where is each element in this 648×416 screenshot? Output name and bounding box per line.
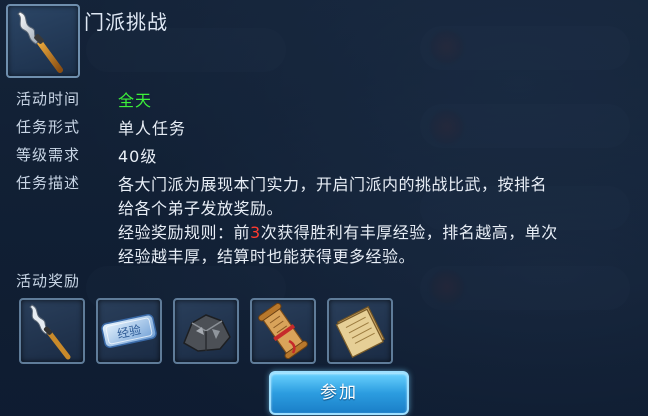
activity-title: 门派挑战 bbox=[84, 10, 168, 34]
spear-icon bbox=[29, 304, 71, 360]
activity-tooltip-panel: 门派挑战 活动时间 全天 任务形式 单人任务 等级需求 40级 任务描述 各大门… bbox=[0, 0, 648, 416]
experience-rule-prefix: 经验奖励规则：前 bbox=[118, 223, 251, 242]
task-form-value: 单人任务 bbox=[118, 119, 187, 138]
game-screen: 门派挑战 活动时间 全天 任务形式 单人任务 等级需求 40级 任务描述 各大门… bbox=[0, 0, 648, 416]
ore-icon bbox=[183, 314, 231, 352]
level-requirement-value: 40级 bbox=[118, 147, 158, 166]
reward-item-paper-stack[interactable] bbox=[327, 298, 393, 364]
experience-rule-line: 经验越丰厚，结算时也能获得更多经验。 bbox=[118, 247, 416, 266]
activity-time-value: 全天 bbox=[118, 91, 153, 110]
reward-item-ore[interactable] bbox=[173, 298, 239, 364]
experience-token-icon: 经验 bbox=[101, 314, 157, 348]
task-description-line: 各大门派为展现本门实力，开启门派内的挑战比武，按排名 bbox=[118, 175, 548, 194]
experience-rule-suffix: 次获得胜利有丰厚经验，排名越高，单次 bbox=[260, 223, 558, 242]
task-description-line: 给各个弟子发放奖励。 bbox=[118, 199, 284, 218]
experience-rule-line: 经验奖励规则：前3次获得胜利有丰厚经验，排名越高，单次 bbox=[118, 219, 558, 243]
reward-item-spear[interactable] bbox=[19, 298, 85, 364]
scroll-icon bbox=[258, 302, 308, 360]
spear-icon bbox=[6, 4, 80, 78]
task-form-label: 任务形式 bbox=[16, 118, 81, 136]
task-description-label: 任务描述 bbox=[16, 174, 81, 192]
experience-rule-count: 3 bbox=[250, 223, 261, 242]
rewards-label: 活动奖励 bbox=[16, 272, 81, 290]
activity-time-label: 活动时间 bbox=[16, 90, 81, 108]
join-button[interactable]: 参加 bbox=[269, 371, 409, 415]
level-requirement-label: 等级需求 bbox=[16, 146, 81, 164]
paper-stack-icon bbox=[335, 305, 386, 358]
reward-item-scroll[interactable] bbox=[250, 298, 316, 364]
reward-item-experience[interactable]: 经验 bbox=[96, 298, 162, 364]
